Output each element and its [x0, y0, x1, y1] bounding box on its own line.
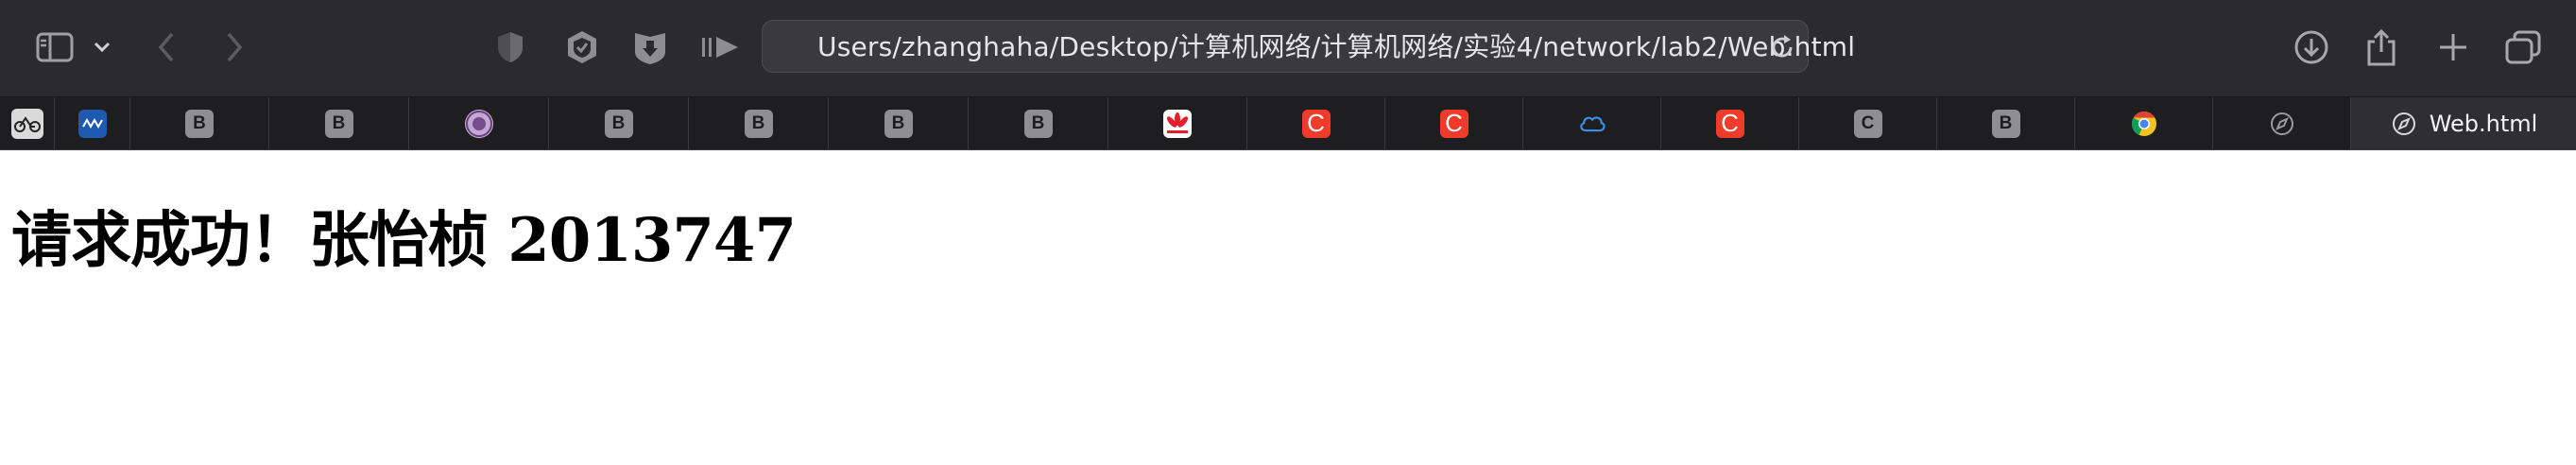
b-letter-icon: B — [1991, 109, 2020, 138]
tab-18[interactable] — [2213, 97, 2351, 149]
tab-title: Web.html — [2429, 110, 2538, 137]
tab-7[interactable]: B — [689, 97, 829, 149]
tab-16[interactable]: B — [1937, 97, 2075, 149]
b-letter-icon: B — [744, 109, 773, 138]
b-letter-icon: B — [1023, 109, 1053, 138]
address-bar[interactable]: Users/zhanghaha/Desktop/计算机网络/计算机网络/实验4/… — [762, 20, 1855, 73]
download-icon[interactable] — [2291, 25, 2332, 70]
tab-11[interactable]: C — [1247, 97, 1385, 149]
tab-bar: B B B B B B C C C C B Web.html — [0, 97, 2576, 150]
chrome-icon — [2130, 110, 2158, 138]
tab-12[interactable]: C — [1385, 97, 1523, 149]
b-letter-icon: B — [604, 109, 633, 138]
tab-overview-icon[interactable] — [2502, 25, 2544, 70]
reload-icon[interactable] — [1768, 33, 1796, 66]
tab-4[interactable]: B — [269, 97, 409, 149]
chevron-right-icon[interactable] — [219, 25, 249, 70]
blue-logo-icon — [77, 109, 107, 138]
tab-5[interactable] — [409, 97, 549, 149]
c-red-icon: C — [1439, 109, 1468, 138]
chevron-down-icon[interactable] — [89, 25, 115, 70]
sidebar-icon[interactable] — [32, 25, 77, 70]
page-content: 请求成功！张怡桢 2013747 — [0, 150, 2576, 465]
download-shield-icon[interactable] — [631, 25, 669, 70]
tab-3[interactable]: B — [130, 97, 269, 149]
tab-1[interactable] — [0, 97, 55, 149]
page-heading: 请求成功！张怡桢 2013747 — [11, 205, 797, 276]
tab-8[interactable]: B — [829, 97, 969, 149]
tab-13[interactable] — [1523, 97, 1661, 149]
tab-10[interactable] — [1108, 97, 1247, 149]
b-letter-icon: B — [324, 109, 353, 138]
badge-shield-icon[interactable] — [563, 25, 601, 70]
b-letter-icon: B — [884, 109, 913, 138]
tab-active[interactable]: Web.html — [2351, 97, 2576, 149]
tab-14[interactable]: C — [1661, 97, 1799, 149]
bike-icon — [10, 108, 43, 139]
b-letter-icon: B — [185, 109, 214, 138]
c-red-icon: C — [1301, 109, 1331, 138]
compass-icon — [2268, 110, 2296, 138]
university-seal-icon — [464, 109, 493, 138]
huawei-icon — [1163, 109, 1192, 138]
tab-2[interactable] — [55, 97, 130, 149]
c-gray-icon: C — [1853, 109, 1882, 138]
share-icon[interactable] — [2361, 25, 2402, 70]
tab-6[interactable]: B — [549, 97, 689, 149]
tab-15[interactable]: C — [1799, 97, 1937, 149]
tab-17[interactable] — [2075, 97, 2213, 149]
shield-icon[interactable] — [493, 25, 527, 70]
tab-9[interactable]: B — [969, 97, 1108, 149]
browser-toolbar: Users/zhanghaha/Desktop/计算机网络/计算机网络/实验4/… — [0, 0, 2576, 97]
chevron-left-icon[interactable] — [151, 25, 181, 70]
address-text[interactable]: Users/zhanghaha/Desktop/计算机网络/计算机网络/实验4/… — [817, 21, 1855, 74]
reader-icon[interactable] — [699, 25, 741, 70]
plus-icon[interactable] — [2432, 25, 2474, 70]
cloud-icon — [1578, 110, 1606, 138]
c-red-icon: C — [1715, 109, 1744, 138]
compass-icon — [2390, 110, 2418, 138]
